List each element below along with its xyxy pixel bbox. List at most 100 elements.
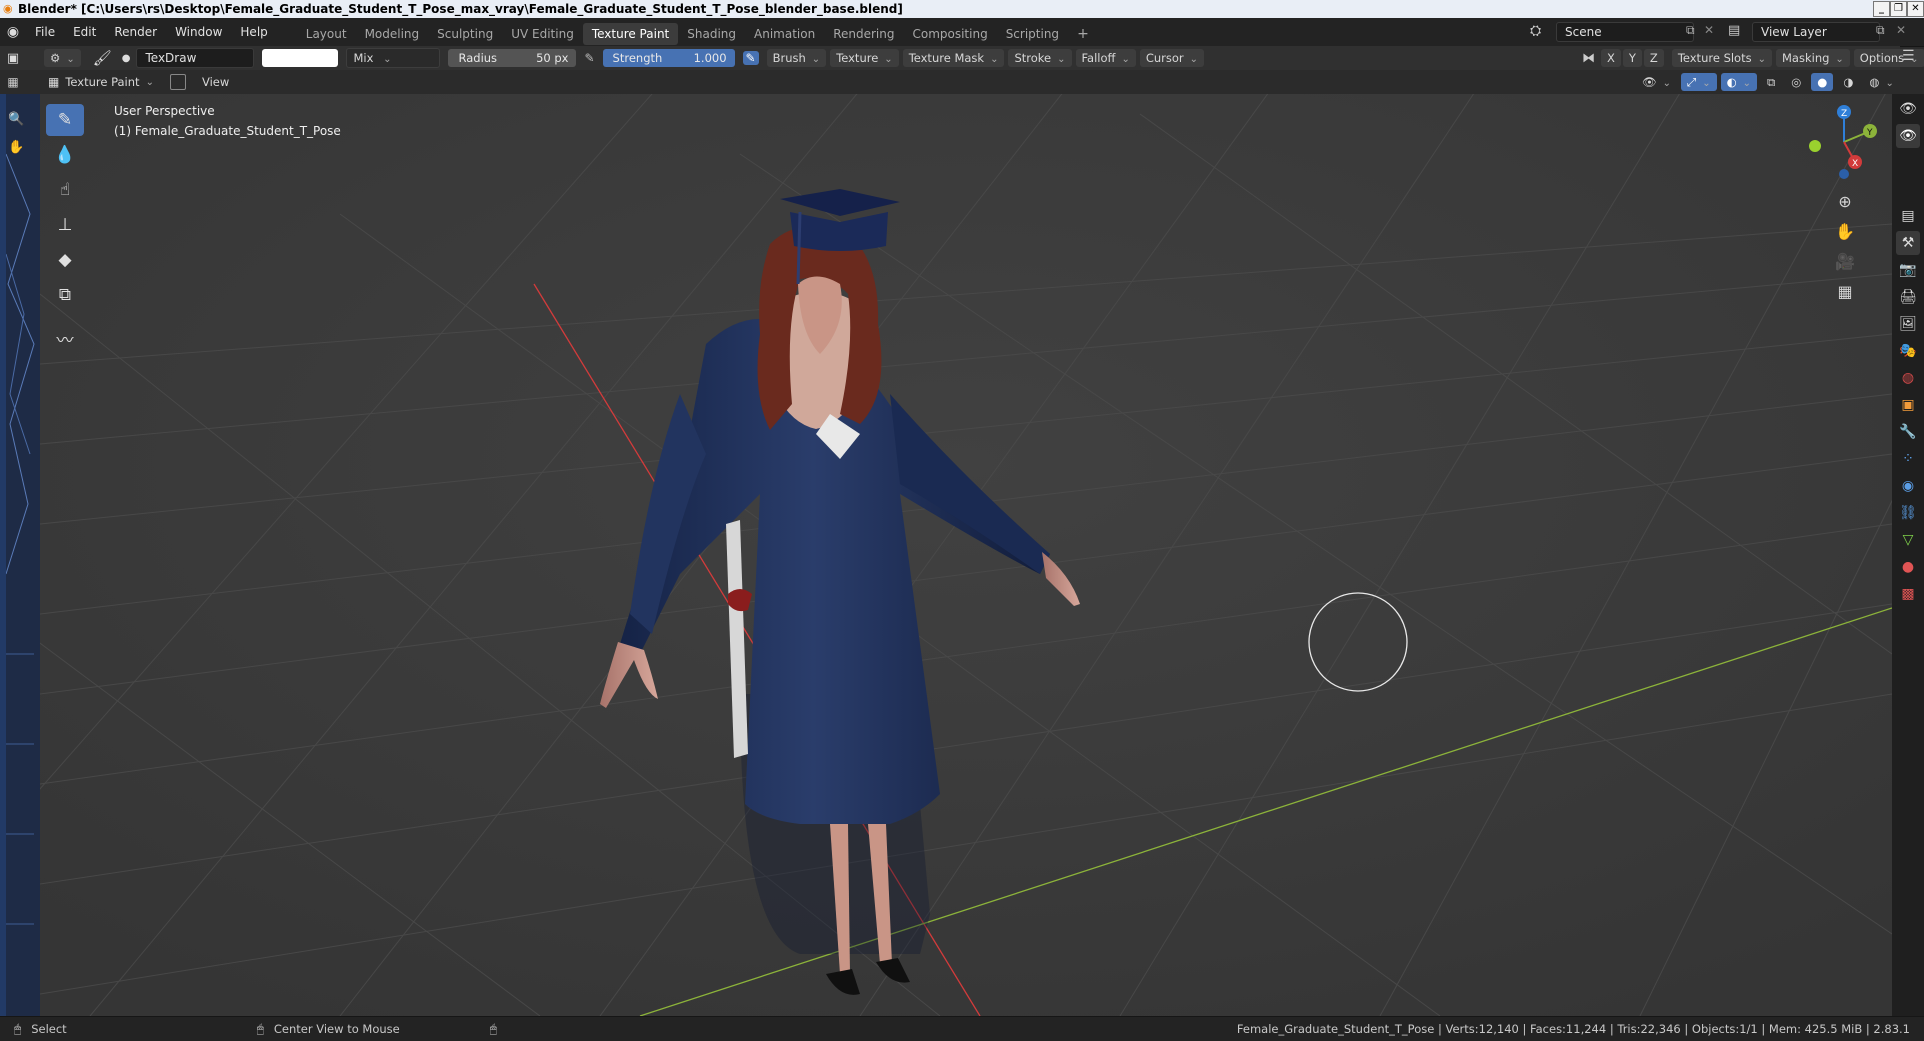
radius-slider[interactable]: Radius 50 px: [448, 49, 577, 67]
visibility-eye-icon[interactable]: 👁: [1896, 97, 1920, 121]
cursor-menu[interactable]: Cursor: [1139, 49, 1205, 67]
world-properties-icon[interactable]: ◍: [1896, 366, 1920, 390]
sidebar-toggle-icon[interactable]: ☰: [1902, 48, 1915, 64]
physics-properties-icon[interactable]: ◉: [1896, 474, 1920, 498]
menu-help[interactable]: Help: [231, 18, 276, 46]
soften-icon: 💧: [54, 145, 76, 165]
3d-viewport[interactable]: User Perspective (1) Female_Graduate_Stu…: [40, 94, 1892, 1016]
menu-render[interactable]: Render: [105, 18, 166, 46]
constraint-properties-icon[interactable]: ⛓: [1896, 501, 1920, 525]
mirror-x-toggle[interactable]: X: [1601, 49, 1621, 67]
mirror-y-toggle[interactable]: Y: [1622, 49, 1642, 67]
new-scene-icon[interactable]: ⧉: [1686, 23, 1695, 38]
close-button[interactable]: ✕: [1907, 1, 1924, 17]
xray-toggle[interactable]: ⧉: [1761, 73, 1781, 91]
gizmo-toggle[interactable]: ⤢: [1681, 73, 1717, 91]
radius-pressure-icon[interactable]: ✎: [584, 51, 594, 65]
paint-mask-toggle-icon[interactable]: [169, 74, 186, 90]
scene-selector-icon[interactable]: ⛭: [1530, 23, 1541, 39]
data-properties-icon[interactable]: ▽: [1896, 528, 1920, 552]
annotate-tool-button[interactable]: 〰: [46, 322, 84, 354]
zoom-tool-icon[interactable]: 🔍: [8, 112, 24, 127]
tab-modeling[interactable]: Modeling: [356, 23, 429, 45]
scene-field[interactable]: Scene: [1556, 22, 1694, 42]
texture-menu[interactable]: Texture: [830, 49, 899, 67]
modifier-properties-icon[interactable]: 🔧: [1896, 420, 1920, 444]
view-menu[interactable]: View: [202, 75, 229, 89]
brush-menu[interactable]: Brush: [766, 49, 827, 67]
object-properties-icon[interactable]: ▣: [1896, 393, 1920, 417]
overlays-toggle[interactable]: ◐: [1720, 73, 1758, 91]
tab-texture-paint[interactable]: Texture Paint: [582, 22, 679, 45]
navigation-gizmo[interactable]: Z Y X: [1800, 102, 1890, 182]
tab-compositing[interactable]: Compositing: [903, 23, 996, 45]
brush-name-field[interactable]: TexDraw: [136, 48, 255, 68]
strength-pressure-icon[interactable]: ✎: [742, 51, 759, 65]
blend-mode-dropdown[interactable]: Mix: [346, 48, 441, 68]
tool-properties-icon[interactable]: ▤: [1896, 204, 1920, 228]
pan-hand-icon[interactable]: ✋: [8, 140, 24, 155]
view-layer-properties-icon[interactable]: 🖼: [1896, 312, 1920, 336]
zoom-view-icon[interactable]: ⊕: [1832, 188, 1858, 214]
texture-slots-menu[interactable]: Texture Slots: [1671, 49, 1772, 67]
mirror-z-toggle[interactable]: Z: [1643, 49, 1664, 67]
render-properties-icon[interactable]: 📷: [1896, 258, 1920, 282]
menu-window[interactable]: Window: [166, 18, 231, 46]
visibility-dropdown[interactable]: 👁: [1636, 73, 1677, 91]
ortho-toggle-icon[interactable]: ▦: [1832, 278, 1858, 304]
strength-slider[interactable]: Strength 1.000: [602, 49, 735, 67]
texture-paint-mode-icon: ▦: [48, 75, 60, 89]
color-swatch[interactable]: [262, 49, 339, 67]
tab-animation[interactable]: Animation: [745, 23, 824, 45]
soften-tool-button[interactable]: 💧: [46, 139, 84, 171]
mode-label: Texture Paint: [65, 75, 140, 89]
mask-tool-button[interactable]: ⧉: [46, 279, 84, 311]
menu-file[interactable]: File: [26, 18, 64, 46]
pan-view-icon[interactable]: ✋: [1832, 218, 1858, 244]
texture-mask-menu[interactable]: Texture Mask: [902, 49, 1005, 67]
editor-type-icon[interactable]: ▣: [0, 51, 26, 66]
tab-shading[interactable]: Shading: [678, 23, 745, 45]
tab-uv-editing[interactable]: UV Editing: [502, 23, 583, 45]
add-workspace-button[interactable]: +: [1068, 23, 1098, 45]
masking-menu[interactable]: Masking: [1776, 49, 1850, 67]
tab-scripting[interactable]: Scripting: [997, 23, 1068, 45]
solid-shading-button[interactable]: ●: [1811, 73, 1834, 91]
output-properties-icon[interactable]: 🖨: [1896, 285, 1920, 309]
brush-datablock-icon[interactable]: ●: [122, 53, 131, 64]
editor-type-icon-2[interactable]: ▦: [0, 75, 26, 89]
falloff-menu[interactable]: Falloff: [1075, 49, 1136, 67]
maximize-button[interactable]: ❐: [1890, 1, 1907, 17]
active-tool-icon[interactable]: ⚒: [1896, 231, 1920, 255]
menu-edit[interactable]: Edit: [64, 18, 105, 46]
camera-view-icon[interactable]: 🎥: [1832, 248, 1858, 274]
delete-view-layer-icon[interactable]: ✕: [1896, 23, 1906, 37]
fill-tool-button[interactable]: ◆: [46, 244, 84, 276]
smear-tool-button[interactable]: ☝: [46, 174, 84, 206]
material-properties-icon[interactable]: ●: [1896, 555, 1920, 579]
wireframe-shading-button[interactable]: ◎: [1785, 73, 1807, 91]
particle-properties-icon[interactable]: ⁘: [1896, 447, 1920, 471]
draw-tool-button[interactable]: ✎: [46, 104, 84, 136]
minimize-button[interactable]: _: [1873, 1, 1890, 17]
tab-layout[interactable]: Layout: [297, 23, 356, 45]
texture-properties-icon[interactable]: ▩: [1896, 582, 1920, 606]
clone-tool-button[interactable]: ⊥: [46, 209, 84, 241]
view-layer-field[interactable]: View Layer: [1752, 22, 1880, 42]
window-title: Blender* [C:\Users\rs\Desktop\Female_Gra…: [18, 2, 903, 16]
scene-properties-icon[interactable]: 🎭: [1896, 339, 1920, 363]
new-view-layer-icon[interactable]: ⧉: [1876, 23, 1885, 38]
blender-menu-icon[interactable]: ◉: [0, 24, 26, 40]
material-preview-button[interactable]: ◑: [1837, 73, 1859, 91]
mode-selector[interactable]: ▦ Texture Paint ⌄: [48, 75, 154, 89]
visibility-eye-active-icon[interactable]: 👁: [1896, 124, 1920, 148]
view-layer-icon[interactable]: ▤: [1728, 23, 1740, 38]
stroke-menu[interactable]: Stroke: [1008, 49, 1072, 67]
gizmo-neg-y-axis[interactable]: [1809, 140, 1821, 152]
tab-sculpting[interactable]: Sculpting: [428, 23, 502, 45]
gizmo-neg-z-axis[interactable]: [1839, 169, 1849, 179]
tab-rendering[interactable]: Rendering: [824, 23, 903, 45]
delete-scene-icon[interactable]: ✕: [1704, 23, 1714, 37]
rendered-shading-button[interactable]: ◍: [1863, 73, 1899, 91]
tool-settings-dropdown[interactable]: ⚙: [44, 49, 81, 67]
